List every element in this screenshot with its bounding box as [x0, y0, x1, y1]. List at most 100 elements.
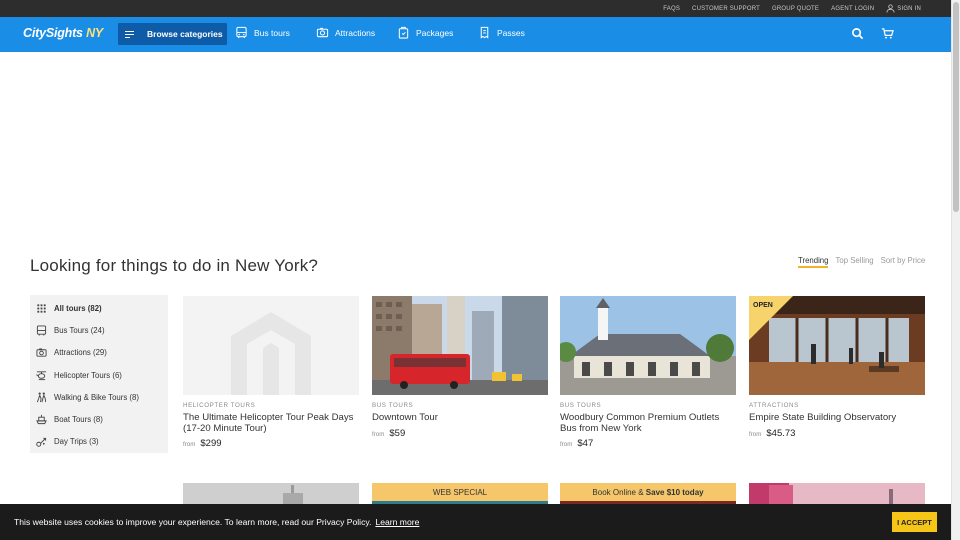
walking-icon	[36, 392, 47, 403]
sidebar-item-all-tours[interactable]: All tours (82)	[30, 297, 168, 319]
save-text: Save $10 today	[645, 487, 704, 497]
card-image-placeholder	[183, 296, 359, 395]
card-image-row2-1	[183, 483, 359, 505]
page: FAQS CUSTOMER SUPPORT GROUP QUOTE AGENT …	[0, 0, 951, 540]
bus-icon	[36, 325, 47, 336]
browse-categories-button[interactable]: Browse categories	[118, 23, 227, 45]
helicopter-icon	[36, 370, 47, 380]
daytrip-icon	[36, 438, 47, 448]
tour-card-row2-4[interactable]	[749, 483, 925, 505]
sidebar-item-bus-tours[interactable]: Bus Tours (24)	[30, 319, 168, 341]
sidebar-item-label: Bus Tours (24)	[54, 325, 105, 335]
price-from: from	[183, 441, 196, 448]
card-price: from $59	[372, 428, 548, 439]
package-icon	[398, 26, 409, 39]
price-amount: $299	[200, 438, 222, 449]
tour-card-row2-1[interactable]	[183, 483, 359, 505]
bus-icon	[236, 26, 247, 39]
sidebar-item-walking-bike-tours[interactable]: Walking & Bike Tours (8)	[30, 386, 168, 408]
sidebar-item-label: Helicopter Tours (6)	[54, 370, 122, 380]
sidebar-item-label: Day Trips (3)	[54, 437, 99, 447]
sidebar-item-label: Attractions (29)	[54, 348, 107, 358]
sort-by-price[interactable]: Sort by Price	[881, 256, 926, 268]
nav-label: Passes	[497, 27, 525, 38]
sidebar-item-label: Boat Tours (8)	[54, 415, 103, 425]
browse-label: Browse categories	[147, 29, 223, 39]
nav-packages[interactable]: Packages	[397, 26, 453, 39]
card-title[interactable]: Downtown Tour	[372, 412, 548, 424]
sign-in-label: SIGN IN	[897, 5, 921, 12]
top-utility-bar: FAQS CUSTOMER SUPPORT GROUP QUOTE AGENT …	[0, 0, 951, 17]
tour-card-row2-3[interactable]: Book Online & Save $10 today	[560, 483, 736, 505]
card-title[interactable]: Woodbury Common Premium Outlets Bus from…	[560, 412, 736, 434]
cookie-banner: This website uses cookies to improve you…	[0, 504, 951, 540]
scrollbar-thumb[interactable]	[953, 2, 959, 212]
tour-card-downtown[interactable]: BUS TOURS Downtown Tour from $59	[372, 296, 548, 439]
sidebar-item-day-trips[interactable]: Day Trips (3)	[30, 431, 168, 453]
boat-icon	[36, 415, 47, 425]
cart-icon	[881, 28, 894, 39]
search-icon	[852, 28, 864, 40]
citysights-logo[interactable]: CitySights NY	[23, 26, 103, 40]
card-price: from $45.73	[749, 428, 925, 439]
card-image-woodbury	[560, 296, 736, 395]
nav-bus-tours[interactable]: Bus tours	[235, 26, 290, 39]
hero-banner-area	[0, 52, 951, 242]
pass-icon	[480, 26, 489, 39]
price-amount: $45.73	[766, 427, 796, 439]
sort-top-selling[interactable]: Top Selling	[835, 256, 873, 268]
cart-button[interactable]	[881, 27, 894, 40]
card-category: HELICOPTER TOURS	[183, 402, 256, 409]
user-icon	[886, 4, 895, 13]
price-from: from	[372, 430, 385, 438]
tour-card-row2-2[interactable]: WEB SPECIAL	[372, 483, 548, 505]
search-button[interactable]	[851, 27, 864, 40]
nav-label: Attractions	[335, 27, 376, 38]
customer-support-link[interactable]: CUSTOMER SUPPORT	[692, 6, 760, 12]
card-price: from $299	[183, 438, 359, 449]
page-heading: Looking for things to do in New York?	[30, 256, 319, 275]
sort-trending[interactable]: Trending	[798, 256, 829, 268]
sidebar-item-attractions[interactable]: Attractions (29)	[30, 342, 168, 364]
agent-login-link[interactable]: AGENT LOGIN	[831, 6, 874, 12]
logo-ny: NY	[86, 26, 104, 40]
camera-icon	[36, 348, 47, 357]
sidebar-item-helicopter-tours[interactable]: Helicopter Tours (6)	[30, 364, 168, 386]
sign-in-link[interactable]: SIGN IN	[886, 4, 921, 13]
price-amount: $59	[389, 427, 406, 439]
tour-card-woodbury[interactable]: BUS TOURS Woodbury Common Premium Outlet…	[560, 296, 736, 449]
main-navbar: CitySights NY Browse categories Bus tour…	[0, 17, 951, 52]
accept-cookies-button[interactable]: I ACCEPT	[892, 512, 937, 532]
menu-icon	[125, 29, 134, 40]
tour-card-helicopter[interactable]: HELICOPTER TOURS The Ultimate Helicopter…	[183, 296, 359, 449]
placeholder-logo-icon	[231, 312, 311, 395]
vertical-scrollbar[interactable]	[951, 0, 960, 540]
tour-card-empire-state[interactable]: OPEN ATTRACTIONS Empire State Building O…	[749, 296, 925, 439]
sort-options: Trending Top Selling Sort by Price	[798, 256, 932, 268]
card-category: BUS TOURS	[560, 402, 602, 409]
price-from: from	[749, 430, 762, 438]
group-quote-link[interactable]: GROUP QUOTE	[772, 6, 819, 12]
grid-icon	[37, 304, 46, 313]
card-title[interactable]: Empire State Building Observatory	[749, 412, 925, 424]
faqs-link[interactable]: FAQS	[663, 6, 680, 12]
card-image-row2-4	[749, 483, 925, 505]
card-price: from $47	[560, 438, 736, 449]
sidebar-item-label: Walking & Bike Tours (8)	[54, 392, 139, 402]
camera-icon	[316, 27, 329, 38]
nav-attractions[interactable]: Attractions	[316, 26, 375, 39]
open-badge-label: OPEN	[753, 302, 773, 309]
book-online-text: Book Online &	[592, 487, 644, 497]
card-category: BUS TOURS	[372, 402, 414, 409]
nav-passes[interactable]: Passes	[478, 26, 525, 39]
learn-more-link[interactable]: Learn more	[375, 517, 419, 527]
price-amount: $47	[577, 438, 594, 449]
logo-text: CitySights	[23, 26, 83, 40]
card-title[interactable]: The Ultimate Helicopter Tour Peak Days (…	[183, 412, 359, 434]
sidebar-item-boat-tours[interactable]: Boat Tours (8)	[30, 408, 168, 430]
cookie-text: This website uses cookies to improve you…	[14, 517, 372, 527]
card-image-downtown	[372, 296, 548, 395]
card-image-empire-state: OPEN	[749, 296, 925, 395]
nav-label: Packages	[416, 27, 454, 38]
category-sidebar: All tours (82) Bus Tours (24) Attraction…	[30, 295, 168, 453]
